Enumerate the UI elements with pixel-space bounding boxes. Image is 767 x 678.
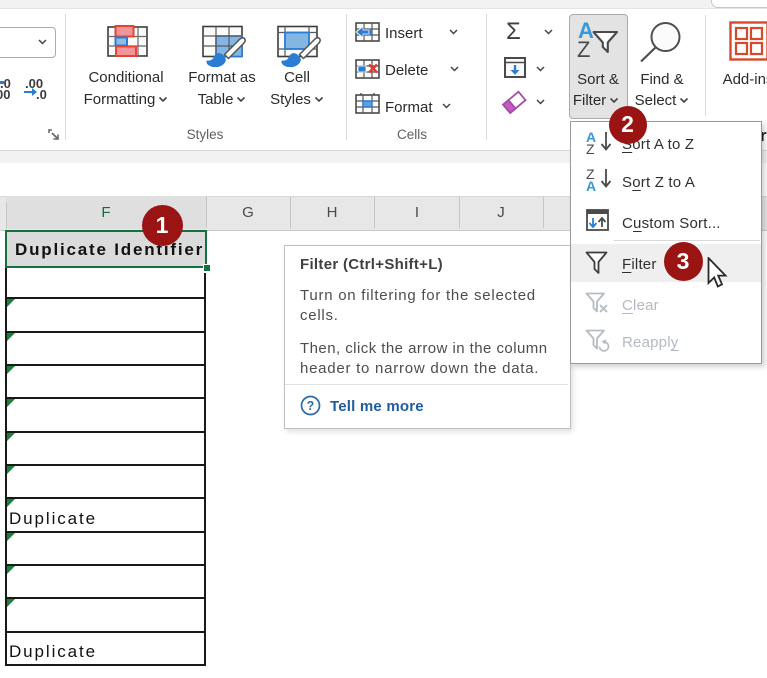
svg-text:?: ? (307, 399, 315, 413)
